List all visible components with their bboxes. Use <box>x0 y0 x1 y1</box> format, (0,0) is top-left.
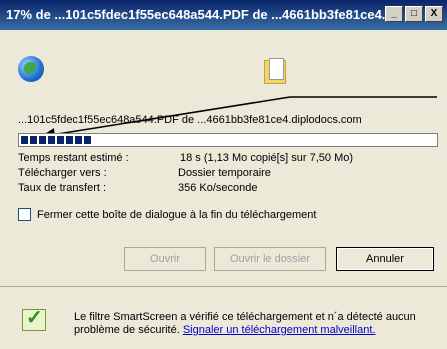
detail-value: Dossier temporaire <box>178 167 271 179</box>
title-bar[interactable]: 17% de ...101c5fdec1f55ec648a544.PDF de … <box>0 0 447 30</box>
open-button[interactable]: Ouvrir <box>124 247 206 271</box>
detail-value: 356 Ko/seconde <box>178 182 258 194</box>
smartscreen-shield-icon: ✓ <box>22 307 46 331</box>
cancel-button[interactable]: Annuler <box>336 247 434 271</box>
detail-row-time: Temps restant estimé : 18 s (1,13 Mo cop… <box>18 152 438 167</box>
folder-page <box>269 58 284 80</box>
download-progress-bar <box>18 133 438 147</box>
maximize-button[interactable]: □ <box>405 6 423 22</box>
detail-row-rate: Taux de transfert : 356 Ko/seconde <box>18 182 438 197</box>
detail-row-destination: Télécharger vers : Dossier temporaire <box>18 167 438 182</box>
detail-value: 18 s (1,13 Mo copié[s] sur 7,50 Mo) <box>180 152 354 164</box>
smartscreen-footer: ✓ Le filtre SmartScreen a vérifié ce tél… <box>0 287 447 349</box>
detail-label: Temps restant estimé : <box>18 152 129 164</box>
download-path: ...101c5fdec1f55ec648a544.PDF de ...4661… <box>18 114 362 126</box>
detail-label: Télécharger vers : <box>18 167 107 179</box>
download-dialog-body: ...101c5fdec1f55ec648a544.PDF de ...4661… <box>0 30 447 286</box>
smartscreen-message: Le filtre SmartScreen a vérifié ce téléc… <box>74 311 434 337</box>
download-details: Temps restant estimé : 18 s (1,13 Mo cop… <box>18 152 438 197</box>
close-button[interactable]: X <box>425 6 443 22</box>
close-on-complete-option[interactable]: Fermer cette boîte de dialogue à la fin … <box>18 208 316 221</box>
close-on-complete-checkbox[interactable] <box>18 208 31 221</box>
window-title: 17% de ...101c5fdec1f55ec648a544.PDF de … <box>6 7 393 22</box>
detail-label: Taux de transfert : <box>18 182 107 194</box>
folder-icon <box>264 58 286 84</box>
globe-land <box>24 62 36 74</box>
close-on-complete-label: Fermer cette boîte de dialogue à la fin … <box>37 208 317 221</box>
window-controls: _ □ X <box>385 6 443 22</box>
progress-fill <box>21 136 91 144</box>
globe-icon <box>18 56 44 82</box>
open-folder-button[interactable]: Ouvrir le dossier <box>214 247 326 271</box>
minimize-button[interactable]: _ <box>385 6 403 22</box>
check-icon: ✓ <box>26 307 43 329</box>
report-malicious-link[interactable]: Signaler un téléchargement malveillant. <box>183 324 376 336</box>
